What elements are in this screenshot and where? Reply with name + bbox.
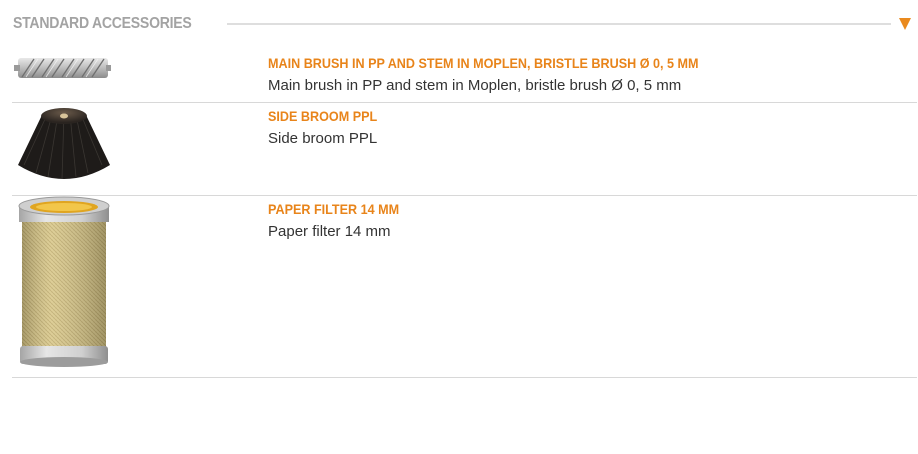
- section-divider: [226, 23, 891, 25]
- paper-filter-image: [18, 196, 110, 367]
- accessory-title: SIDE BROOM PPL: [268, 108, 378, 124]
- side-broom-image: [18, 108, 110, 180]
- accessory-title: MAIN BRUSH IN PP AND STEM IN MOPLEN, BRI…: [268, 55, 699, 71]
- triangle-down-icon[interactable]: [899, 18, 911, 30]
- accessory-description: Paper filter 14 mm: [268, 223, 391, 240]
- section-header-standard-accessories[interactable]: STANDARD ACCESSORIES: [13, 12, 913, 36]
- accessory-description: Side broom PPL: [268, 130, 378, 147]
- main-brush-image: [14, 58, 111, 78]
- accessory-description: Main brush in PP and stem in Moplen, bri…: [268, 77, 682, 94]
- accessory-item-side-broom: SIDE BROOM PPL Side broom PPL: [12, 103, 917, 196]
- accessory-item-paper-filter: PAPER FILTER 14 MM Paper filter 14 mm: [12, 196, 917, 378]
- accessory-item-main-brush: MAIN BRUSH IN PP AND STEM IN MOPLEN, BRI…: [12, 50, 917, 103]
- section-title: STANDARD ACCESSORIES: [13, 15, 192, 32]
- accessory-title: PAPER FILTER 14 MM: [268, 201, 400, 217]
